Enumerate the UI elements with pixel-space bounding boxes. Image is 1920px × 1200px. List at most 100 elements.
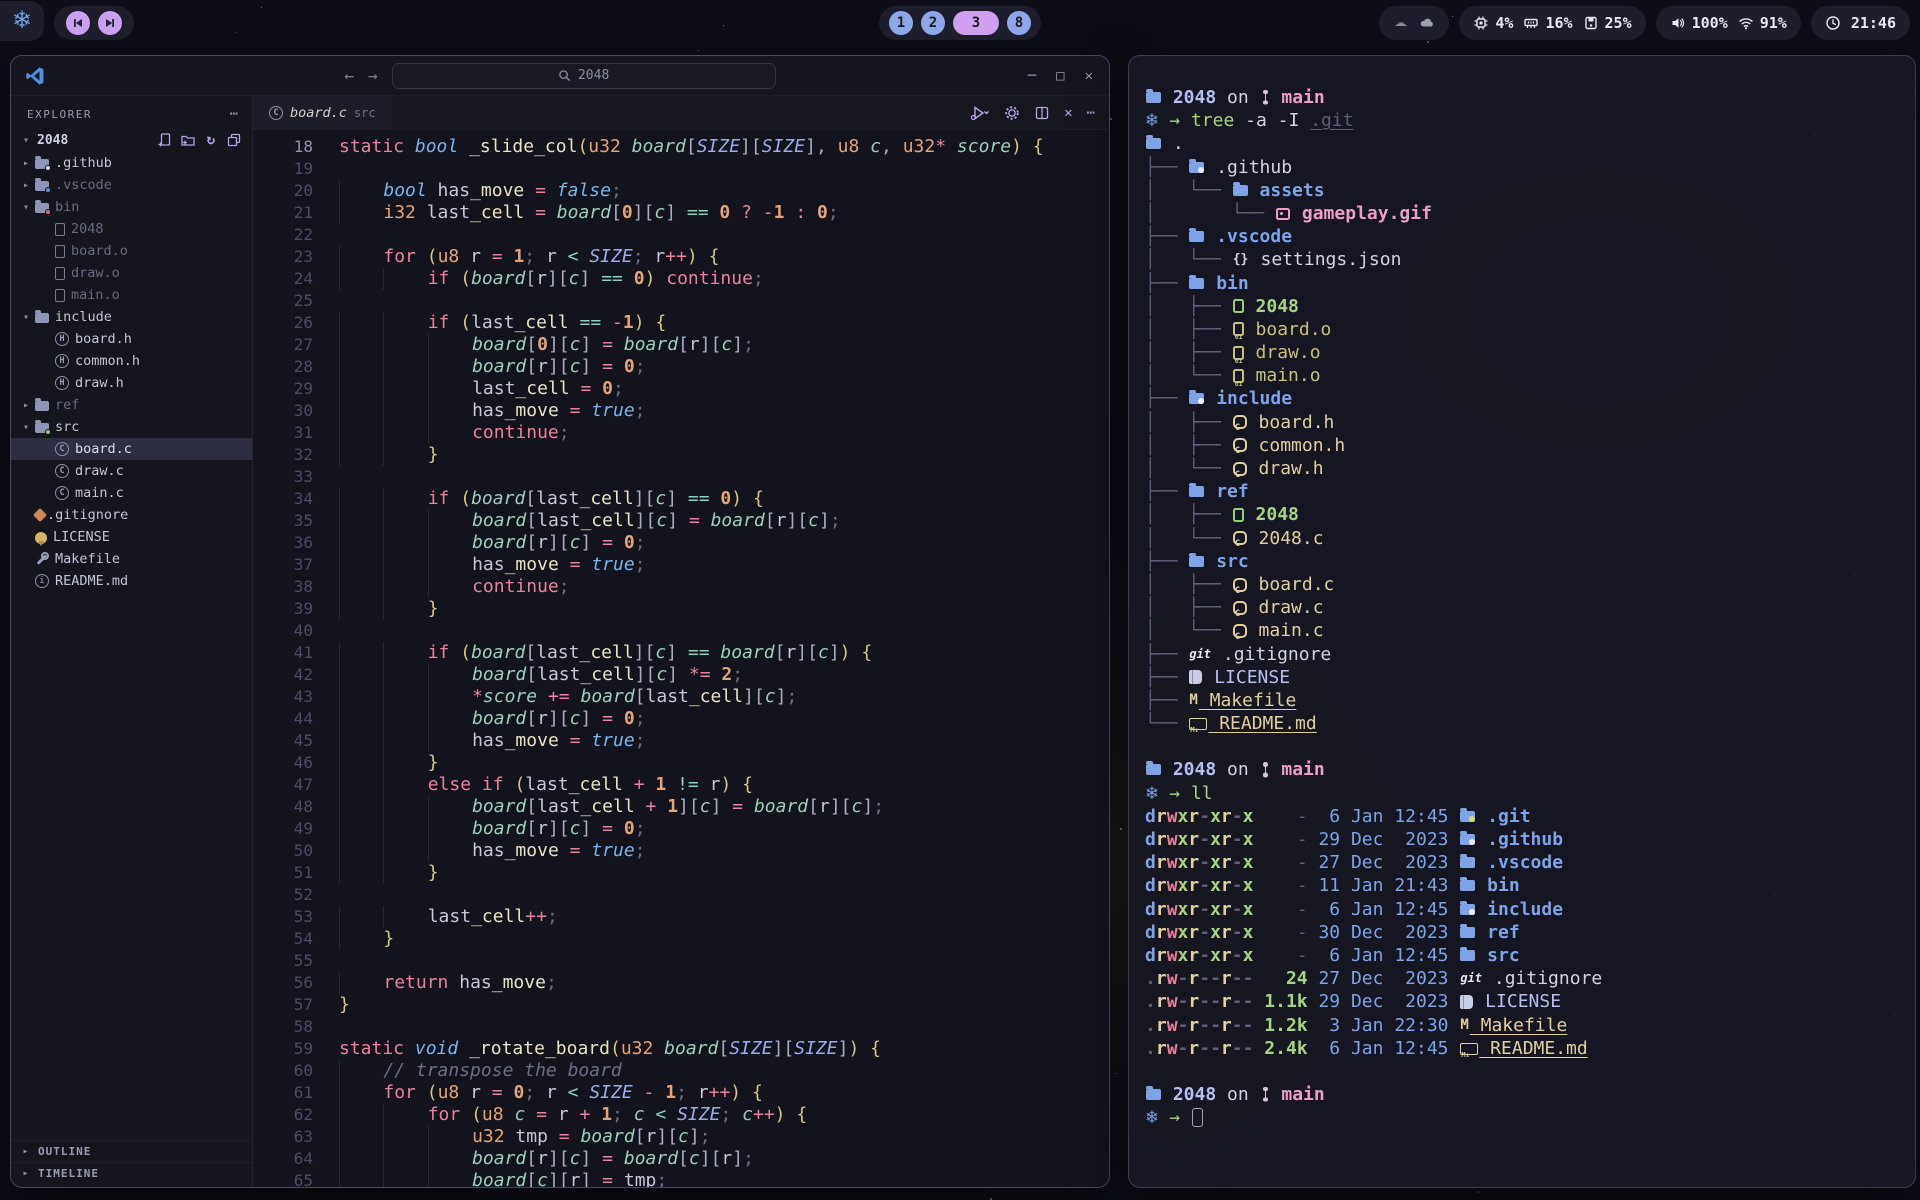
explorer-item-board.c[interactable]: Cboard.c bbox=[11, 438, 252, 460]
explorer-item-board.o[interactable]: board.o bbox=[11, 240, 252, 262]
vscode-logo-icon bbox=[25, 66, 45, 86]
explorer-item-.vscode[interactable]: ▸.vscode bbox=[11, 174, 252, 196]
section-outline[interactable]: ▸OUTLINE bbox=[11, 1140, 252, 1162]
close-icon[interactable]: ✕ bbox=[1085, 68, 1093, 84]
explorer-more-icon[interactable]: ⋯ bbox=[230, 106, 238, 122]
more-actions-icon[interactable]: ⋯ bbox=[1087, 105, 1095, 121]
tab-board-c[interactable]: C board.c src bbox=[253, 96, 392, 130]
explorer-item-draw.o[interactable]: draw.o bbox=[11, 262, 252, 284]
new-file-icon[interactable] bbox=[157, 132, 173, 148]
media-next-button[interactable] bbox=[98, 11, 122, 35]
workspace-8[interactable]: 8 bbox=[1007, 11, 1031, 35]
h-file-icon: H bbox=[55, 354, 69, 368]
workspace-3-active[interactable]: 3 bbox=[953, 11, 999, 35]
terminal-text: board.c bbox=[1248, 573, 1335, 596]
navigate-back-icon[interactable]: ← bbox=[344, 66, 354, 85]
collapse-folders-icon[interactable] bbox=[226, 132, 242, 148]
close-editor-icon[interactable]: ✕ bbox=[1064, 105, 1072, 121]
explorer-item-ref[interactable]: ▸ref bbox=[11, 394, 252, 416]
editor-titlebar[interactable]: ← → 2048 ─ □ ✕ bbox=[11, 56, 1109, 96]
explorer-item-draw.h[interactable]: Hdraw.h bbox=[11, 372, 252, 394]
settings-gear-icon[interactable] bbox=[1004, 105, 1020, 121]
chevron-right-icon: ▸ bbox=[19, 1168, 33, 1179]
explorer-item-src[interactable]: ▾src bbox=[11, 416, 252, 438]
terminal-text: README.md bbox=[1479, 1037, 1587, 1060]
terminal-text: - bbox=[1253, 944, 1307, 967]
workspace-2[interactable]: 2 bbox=[921, 11, 945, 35]
code-editor[interactable]: C board.c src ✕ ⋯ 18static bool _slide_c… bbox=[253, 96, 1109, 1188]
code-line: 18static bool _slide_col(u32 board[SIZE]… bbox=[253, 136, 1109, 158]
terminal-line: │ └── {} settings.json bbox=[1145, 248, 1905, 271]
terminal-text: ├── bbox=[1145, 156, 1188, 179]
maximize-icon[interactable]: □ bbox=[1056, 68, 1064, 84]
code-text: bool has_move = false; bbox=[313, 180, 622, 202]
code-text bbox=[313, 290, 339, 312]
terminal-text: │ └── bbox=[1145, 248, 1232, 271]
file-label: 2048 bbox=[71, 221, 104, 237]
terminal-window[interactable]: 2048 on main❄ → tree -a -I .git .├── .gi… bbox=[1128, 55, 1916, 1188]
workspace-1[interactable]: 1 bbox=[889, 11, 913, 35]
line-number: 65 bbox=[253, 1170, 313, 1188]
explorer-item-2048[interactable]: 2048 bbox=[11, 218, 252, 240]
code-text: has_move = true; bbox=[313, 400, 646, 422]
file-icon bbox=[55, 245, 65, 258]
explorer-item-common.h[interactable]: Hcommon.h bbox=[11, 350, 252, 372]
volume-stat: 100% bbox=[1670, 14, 1728, 32]
terminal-line: 2048 on main bbox=[1145, 1083, 1905, 1106]
terminal-line: ├── ref bbox=[1145, 480, 1905, 503]
line-number: 64 bbox=[253, 1148, 313, 1170]
command-search-box[interactable]: 2048 bbox=[392, 63, 776, 89]
line-number: 34 bbox=[253, 488, 313, 510]
explorer-item-main.c[interactable]: Cmain.c bbox=[11, 482, 252, 504]
line-number: 25 bbox=[253, 290, 313, 312]
section-timeline[interactable]: ▸TIMELINE bbox=[11, 1162, 252, 1184]
code-text: if (board[r][c] == 0) continue; bbox=[313, 268, 764, 290]
code-line: 57} bbox=[253, 994, 1109, 1016]
folder-icon bbox=[1146, 758, 1161, 781]
media-prev-button[interactable] bbox=[66, 11, 90, 35]
terminal-text: ├── bbox=[1145, 550, 1188, 573]
terminal-text: LICENSE bbox=[1474, 990, 1561, 1013]
nix-menu-button[interactable]: ❄ bbox=[0, 1, 44, 41]
system-stats[interactable]: 4% 16% 25% bbox=[1459, 6, 1645, 40]
navigate-forward-icon[interactable]: → bbox=[368, 66, 378, 85]
explorer-item-Makefile[interactable]: Makefile bbox=[11, 548, 252, 570]
terminal-text: Makefile bbox=[1470, 1014, 1568, 1037]
explorer-item-draw.c[interactable]: Cdraw.c bbox=[11, 460, 252, 482]
code-text: board[r][c] = board[c][r]; bbox=[313, 1148, 754, 1170]
code-text: // transpose the board bbox=[313, 1060, 622, 1082]
explorer-root-folder[interactable]: ▾ 2048 ↻ bbox=[11, 128, 252, 152]
search-icon bbox=[558, 69, 571, 82]
terminal-text: │ ├── bbox=[1145, 295, 1232, 318]
clock-widget[interactable]: 21:46 bbox=[1811, 6, 1910, 40]
run-task-button[interactable] bbox=[970, 105, 990, 121]
audio-network[interactable]: 100% 91% bbox=[1656, 6, 1801, 40]
weather-widget[interactable] bbox=[1379, 6, 1449, 40]
terminal-text: 2048 bbox=[1162, 758, 1216, 781]
terminal-text: on bbox=[1216, 1083, 1259, 1106]
code-text: board[last_cell][c] = board[r][c]; bbox=[313, 510, 841, 532]
code-text: board[last_cell][c] *= 2; bbox=[313, 664, 743, 686]
explorer-item-include[interactable]: ▾include bbox=[11, 306, 252, 328]
executable-file-icon bbox=[1233, 508, 1244, 522]
code-line: 50 has_move = true; bbox=[253, 840, 1109, 862]
split-editor-icon[interactable] bbox=[1034, 105, 1050, 121]
explorer-item-bin[interactable]: ▾bin bbox=[11, 196, 252, 218]
minimize-icon[interactable]: ─ bbox=[1028, 68, 1036, 84]
git-branch-icon bbox=[1261, 1087, 1270, 1103]
explorer-item-board.h[interactable]: Hboard.h bbox=[11, 328, 252, 350]
terminal-text: main bbox=[1271, 758, 1325, 781]
terminal-text: src bbox=[1205, 550, 1248, 573]
terminal-line: ├── git .gitignore bbox=[1145, 643, 1905, 666]
explorer-item-.gitignore[interactable]: .gitignore bbox=[11, 504, 252, 526]
search-value: 2048 bbox=[578, 68, 609, 83]
new-folder-icon[interactable] bbox=[180, 132, 196, 148]
explorer-item-.github[interactable]: ▸.github bbox=[11, 152, 252, 174]
line-number: 60 bbox=[253, 1060, 313, 1082]
explorer-item-LICENSE[interactable]: LICENSE bbox=[11, 526, 252, 548]
refresh-icon[interactable]: ↻ bbox=[203, 132, 219, 148]
code-area[interactable]: 18static bool _slide_col(u32 board[SIZE]… bbox=[253, 130, 1109, 1188]
explorer-item-README.md[interactable]: iREADME.md bbox=[11, 570, 252, 592]
terminal-line: 2048 on main bbox=[1145, 758, 1905, 781]
explorer-item-main.o[interactable]: main.o bbox=[11, 284, 252, 306]
